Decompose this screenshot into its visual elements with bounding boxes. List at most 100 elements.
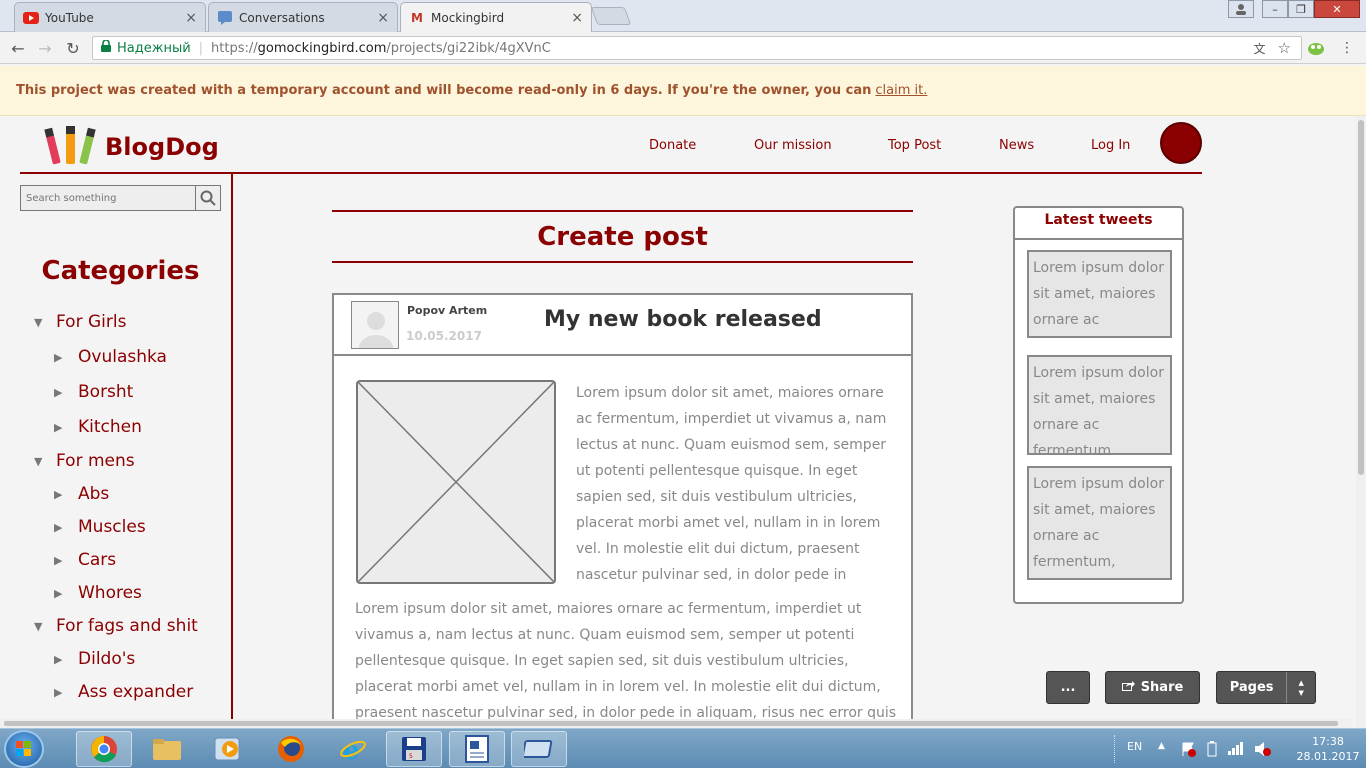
subcategory-item[interactable]: ▶ Abs xyxy=(54,484,109,504)
window-icon xyxy=(524,740,553,758)
search-input[interactable] xyxy=(21,186,195,210)
category-label: For fags and shit xyxy=(56,616,198,636)
tab-conversations[interactable]: Conversations × xyxy=(208,2,398,32)
taskbar-media[interactable] xyxy=(200,731,256,767)
reload-icon[interactable]: ↻ xyxy=(62,37,84,59)
header-divider xyxy=(20,172,1202,174)
stepper-icon[interactable]: ▲ ▼ xyxy=(1286,672,1315,703)
brand-name[interactable]: BlogDog xyxy=(105,133,219,161)
search-box xyxy=(20,185,221,211)
internet-explorer-icon: e xyxy=(340,736,366,763)
markers-logo-icon xyxy=(44,126,96,165)
language-indicator[interactable]: EN xyxy=(1127,740,1142,753)
image-placeholder xyxy=(356,380,556,584)
taskbar-ie[interactable]: e xyxy=(325,731,381,767)
pages-button[interactable]: Pages ▲ ▼ xyxy=(1216,671,1316,704)
subcategory-item[interactable]: ▶ Ovulashka xyxy=(54,347,167,367)
heading-rule-top xyxy=(332,210,913,212)
tab-mockingbird[interactable]: M Mockingbird × xyxy=(400,2,592,33)
nav-news[interactable]: News xyxy=(999,138,1034,153)
nav-log-in[interactable]: Log In xyxy=(1091,138,1130,153)
subcategory-item[interactable]: ▶ Cars xyxy=(54,550,116,570)
subcategory-item[interactable]: ▶ Dildo's xyxy=(54,649,135,669)
minimize-button[interactable]: – xyxy=(1262,0,1288,18)
caret-right-icon: ▶ xyxy=(54,420,63,434)
extension-icon[interactable] xyxy=(1305,37,1327,59)
close-icon[interactable]: × xyxy=(571,10,583,26)
new-tab-button[interactable] xyxy=(590,7,632,25)
subcategory-label: Whores xyxy=(78,583,142,603)
tweet-item[interactable]: Lorem ipsum dolor sit amet, maiores orna… xyxy=(1027,466,1172,580)
more-button[interactable]: ... xyxy=(1046,671,1090,704)
bookmark-star-icon[interactable]: ☆ xyxy=(1278,39,1291,57)
taskbar-chrome[interactable] xyxy=(76,731,132,767)
tweet-item[interactable]: Lorem ipsum dolor sit amet, maiores orna… xyxy=(1027,355,1172,455)
caret-right-icon: ▶ xyxy=(54,520,63,534)
url-path: /projects/gi22ibk/4gXVnC xyxy=(386,40,551,56)
taskbar-explorer[interactable] xyxy=(139,731,195,767)
page-title: Create post xyxy=(537,222,708,252)
tab-label: Conversations xyxy=(239,10,325,25)
tab-label: YouTube xyxy=(45,10,94,25)
subcategory-item[interactable]: ▶ Borsht xyxy=(54,382,133,402)
signal-icon[interactable] xyxy=(1228,741,1246,758)
taskbar-firefox[interactable] xyxy=(263,731,319,767)
url-field[interactable]: Надежный | https:// gomockingbird.com /p… xyxy=(92,36,1302,60)
nav-our-mission[interactable]: Our mission xyxy=(754,138,832,153)
subcategory-label: Abs xyxy=(78,484,110,504)
subcategory-item[interactable]: ▶ Ass expander xyxy=(54,682,193,702)
search-icon[interactable] xyxy=(195,186,220,210)
maximize-button[interactable]: ❐ xyxy=(1288,0,1314,18)
subcategory-item[interactable]: ▶ Kitchen xyxy=(54,417,142,437)
avatar[interactable] xyxy=(1160,122,1202,164)
category-for-mens[interactable]: ▼ For mens xyxy=(34,451,135,471)
author-avatar[interactable] xyxy=(351,301,399,349)
category-for-fags[interactable]: ▼ For fags and shit xyxy=(34,616,198,636)
tray-expand-icon[interactable]: ▲ xyxy=(1158,741,1165,751)
menu-icon[interactable]: ⋮ xyxy=(1336,37,1358,59)
start-button[interactable] xyxy=(4,730,44,768)
floppy-disk-icon: 5 xyxy=(402,737,426,761)
post-date: 10.05.2017 xyxy=(406,329,482,343)
close-icon[interactable]: × xyxy=(185,10,197,26)
post-body-text: Lorem ipsum dolor sit amet, maiores orna… xyxy=(576,385,887,583)
battery-icon[interactable] xyxy=(1206,741,1218,760)
notice-text: This project was created with a temporar… xyxy=(16,83,872,98)
taskbar-window-app[interactable] xyxy=(511,731,567,767)
volume-muted-icon[interactable] xyxy=(1254,741,1272,760)
translate-icon[interactable]: 文 xyxy=(1254,40,1266,57)
close-window-button[interactable]: ✕ xyxy=(1314,0,1360,18)
folder-icon xyxy=(153,739,181,760)
forward-icon[interactable]: → xyxy=(34,37,56,59)
pages-label: Pages xyxy=(1229,680,1274,695)
chat-icon xyxy=(217,10,233,26)
caret-right-icon: ▶ xyxy=(54,586,63,600)
nav-top-post[interactable]: Top Post xyxy=(888,138,941,153)
taskbar-document[interactable] xyxy=(449,731,505,767)
horizontal-scroll-thumb[interactable] xyxy=(4,721,1338,726)
share-button[interactable]: Share xyxy=(1105,671,1200,704)
clock-date: 28.01.2017 xyxy=(1296,750,1360,763)
caret-right-icon: ▶ xyxy=(54,487,63,501)
subcategory-item[interactable]: ▶ Muscles xyxy=(54,517,146,537)
nav-donate[interactable]: Donate xyxy=(649,138,696,153)
back-icon[interactable]: ← xyxy=(7,37,29,59)
claim-link[interactable]: claim it. xyxy=(875,83,927,98)
category-for-girls[interactable]: ▼ For Girls xyxy=(34,312,126,332)
user-icon[interactable] xyxy=(1228,0,1254,18)
close-icon[interactable]: × xyxy=(377,10,389,26)
subcategory-item[interactable]: ▶ Whores xyxy=(54,583,142,603)
tray-flag-icon[interactable] xyxy=(1180,741,1196,760)
author-name[interactable]: Popov Artem xyxy=(407,304,487,317)
tweet-item[interactable]: Lorem ipsum dolor sit amet, maiores orna… xyxy=(1027,250,1172,338)
category-label: For mens xyxy=(56,451,135,471)
caret-down-icon: ▼ xyxy=(34,619,43,633)
vertical-scroll-thumb[interactable] xyxy=(1358,120,1364,475)
subcategory-label: Kitchen xyxy=(78,417,142,437)
subcategory-label: Borsht xyxy=(78,382,134,402)
taskbar-save-app[interactable]: 5 xyxy=(386,731,442,767)
windows-logo-icon xyxy=(16,741,31,756)
tab-youtube[interactable]: YouTube × xyxy=(14,2,206,32)
categories-title: Categories xyxy=(41,256,200,286)
tray-clock[interactable]: 17:38 28.01.2017 xyxy=(1292,734,1364,764)
